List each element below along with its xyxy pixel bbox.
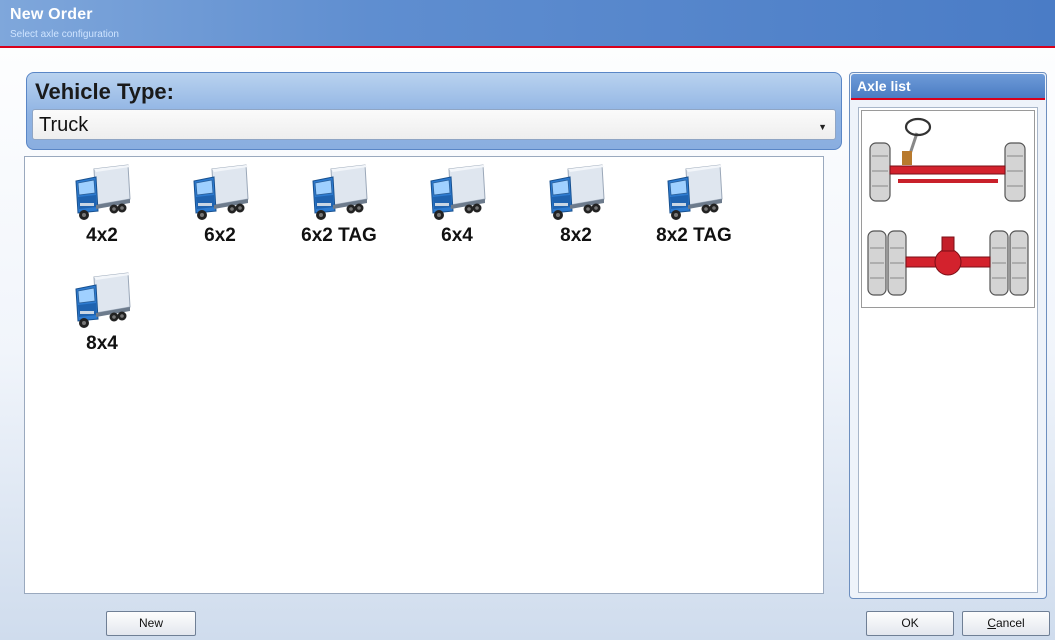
- vehicle-item-6x4[interactable]: 6x4: [402, 157, 512, 257]
- vehicle-item-8x2-tag[interactable]: 8x2 TAG: [639, 157, 749, 257]
- axle-list-panel: Axle list: [849, 72, 1047, 599]
- vehicle-item-label: 6x2: [204, 225, 236, 246]
- vehicle-type-select[interactable]: Truck ▼: [32, 109, 836, 140]
- vehicle-item-label: 6x4: [441, 225, 473, 246]
- cancel-button[interactable]: Cancel: [962, 611, 1050, 636]
- vehicle-config-list: 4x2 6x2 6x2 TAG 6x4 8x2 8x2 TAG 8x4: [24, 156, 824, 594]
- vehicle-item-6x2[interactable]: 6x2: [165, 157, 275, 257]
- vehicle-type-value: Truck: [39, 114, 89, 136]
- axle-list-title: Axle list: [857, 78, 911, 94]
- vehicle-item-label: 8x2 TAG: [656, 225, 732, 246]
- vehicle-item-label: 6x2 TAG: [301, 225, 377, 246]
- title-bar: New Order Select axle configuration: [0, 0, 1055, 48]
- vehicle-item-8x4[interactable]: 8x4: [47, 265, 157, 365]
- truck-icon: [188, 163, 252, 223]
- cancel-mnemonic: C: [987, 616, 996, 630]
- truck-icon: [662, 163, 726, 223]
- vehicle-type-label: Vehicle Type:: [35, 79, 174, 104]
- vehicle-type-panel: Vehicle Type: Truck ▼: [26, 72, 842, 150]
- ok-button[interactable]: OK: [866, 611, 954, 636]
- truck-icon: [307, 163, 371, 223]
- window-subtitle: Select axle configuration: [10, 29, 119, 40]
- new-button[interactable]: New: [106, 611, 196, 636]
- vehicle-item-label: 8x2: [560, 225, 592, 246]
- axle-list-header: Axle list: [851, 74, 1045, 100]
- truck-icon: [544, 163, 608, 223]
- vehicle-item-4x2[interactable]: 4x2: [47, 157, 157, 257]
- vehicle-item-label: 8x4: [86, 333, 118, 354]
- truck-icon: [70, 271, 134, 331]
- vehicle-item-label: 4x2: [86, 225, 118, 246]
- chevron-down-icon: ▼: [818, 122, 827, 132]
- drive-axle-icon: [867, 230, 1029, 296]
- axle-config-card[interactable]: [861, 110, 1035, 308]
- vehicle-item-8x2[interactable]: 8x2: [521, 157, 631, 257]
- window-title: New Order: [10, 6, 93, 23]
- truck-icon: [425, 163, 489, 223]
- axle-list: [858, 107, 1038, 593]
- truck-icon: [70, 163, 134, 223]
- vehicle-item-6x2-tag[interactable]: 6x2 TAG: [284, 157, 394, 257]
- cancel-label-rest: ancel: [995, 616, 1025, 630]
- steering-axle-icon: [869, 117, 1026, 202]
